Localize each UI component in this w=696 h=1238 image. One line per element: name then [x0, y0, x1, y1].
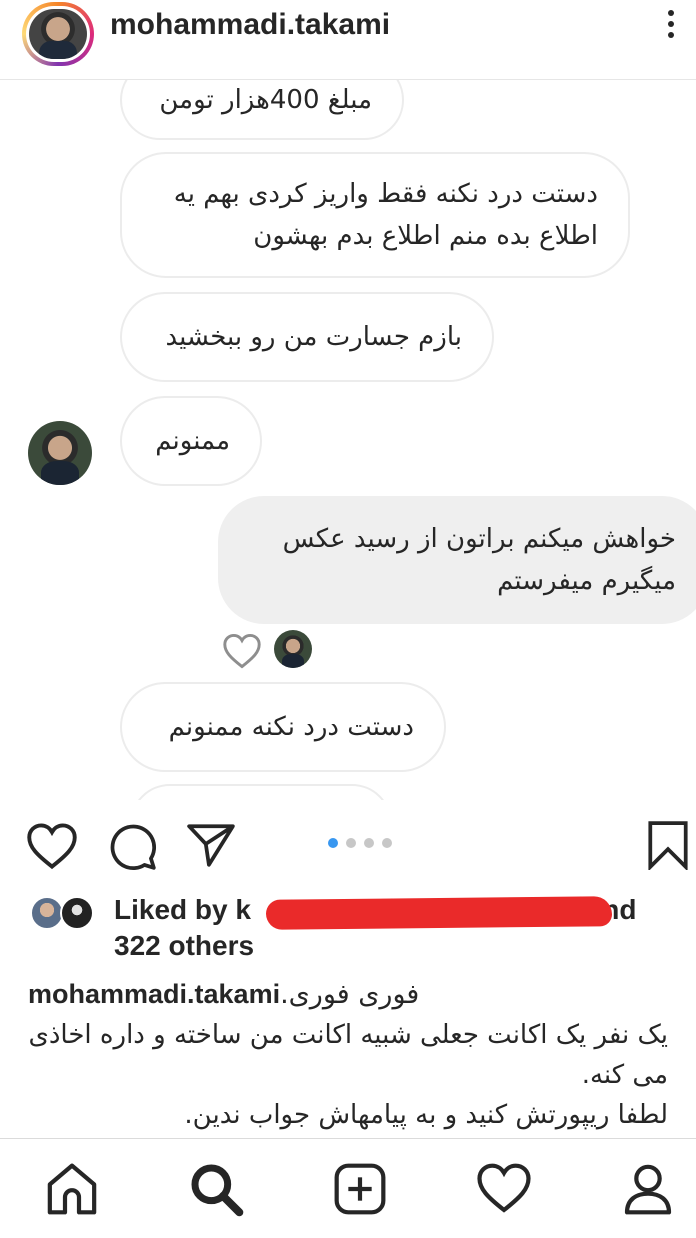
bookmark-icon[interactable]	[646, 820, 690, 870]
more-options-icon[interactable]	[664, 10, 678, 46]
chat-message: دستت درد نکنه فقط واریز کردی بهم یه اطلا…	[120, 152, 630, 278]
chat-message: ممنونم	[120, 396, 262, 486]
likes-count[interactable]: 322 others	[114, 930, 254, 961]
carousel-dot	[328, 838, 338, 848]
caption-username[interactable]: mohammadi.takami	[28, 979, 280, 1009]
search-icon[interactable]	[188, 1161, 244, 1217]
reaction-avatar	[274, 630, 312, 668]
likes-summary[interactable]: Liked by k and 322 others	[30, 892, 670, 972]
chat-sender-avatar	[28, 421, 92, 485]
chat-message: مبلغ 400هزار تومن	[120, 80, 404, 140]
carousel-dot	[382, 838, 392, 848]
redaction-mark	[265, 896, 613, 930]
post-caption: mohammadi.takami فوری فوری. یک نفر یک اک…	[28, 974, 668, 1135]
comment-icon[interactable]	[108, 822, 158, 872]
chat-message-sent: خواهش میکنم براتون از رسید عکس میگیرم می…	[218, 496, 696, 624]
chat-message: بازم جسارت من رو ببخشید	[120, 292, 494, 382]
chat-message-partial	[130, 784, 392, 800]
home-icon[interactable]	[44, 1161, 100, 1217]
carousel-dot	[346, 838, 356, 848]
profile-avatar[interactable]	[22, 2, 94, 66]
reaction-heart-icon	[223, 633, 261, 669]
post-header: mohammadi.takami	[0, 0, 696, 80]
paper-plane-icon[interactable]	[186, 822, 236, 868]
heart-outline-icon[interactable]	[26, 822, 78, 870]
post-username[interactable]: mohammadi.takami	[110, 8, 390, 42]
caption-first-line: فوری فوری.	[280, 979, 428, 1010]
carousel-indicator	[328, 838, 392, 850]
new-post-icon[interactable]	[332, 1161, 388, 1217]
carousel-dot	[364, 838, 374, 848]
chat-message: دستت درد نکنه ممنونم	[120, 682, 446, 772]
liker-avatar	[60, 896, 94, 930]
caption-text: یک نفر یک اکانت جعلی شبیه اکانت من ساخته…	[28, 1020, 668, 1090]
activity-heart-icon[interactable]	[476, 1161, 532, 1217]
post-image[interactable]: مبلغ 400هزار تومن دستت درد نکنه فقط واری…	[0, 80, 696, 800]
profile-icon[interactable]	[620, 1161, 676, 1217]
liker-avatar	[30, 896, 64, 930]
caption-text: لطفا ریپورتش کنید و به پیامهاش جواب ندین…	[184, 1100, 668, 1130]
bottom-navigation	[0, 1138, 696, 1238]
